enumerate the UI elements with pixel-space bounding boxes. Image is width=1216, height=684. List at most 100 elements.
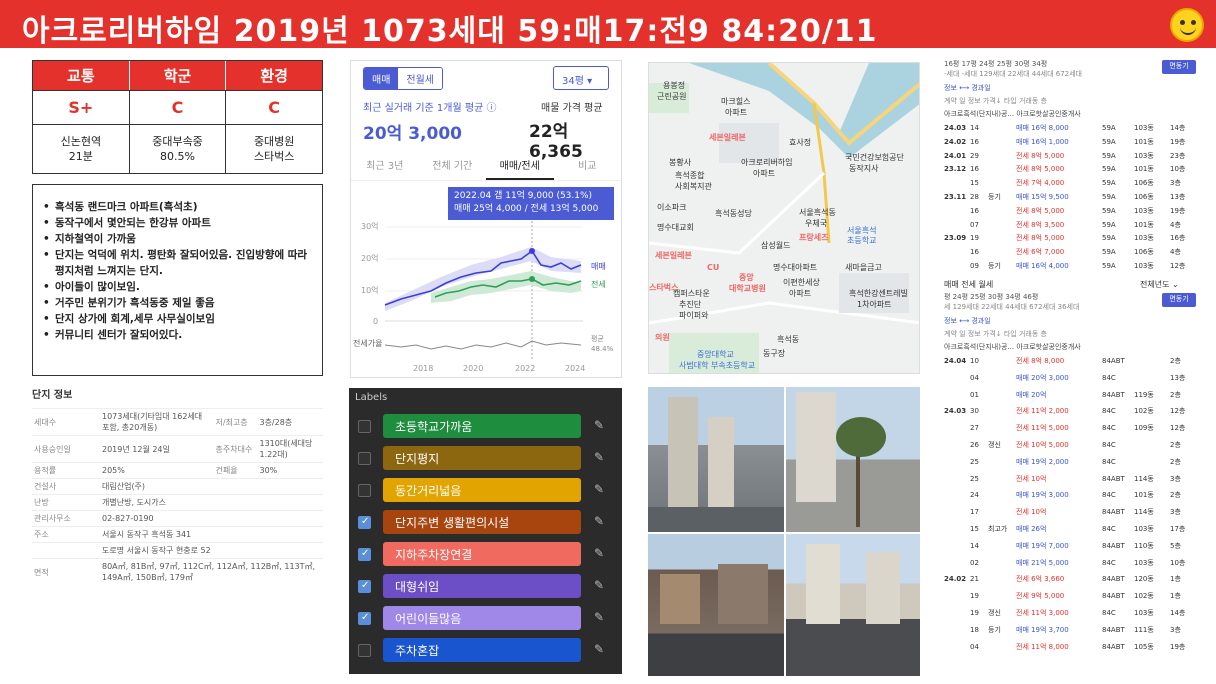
map-label[interactable]: 아크로리버하임 xyxy=(741,158,793,168)
transaction-row[interactable]: 24.04 10 전세 8억 8,000 84ABT 2층 xyxy=(944,355,1199,368)
transaction-row[interactable]: 23.11 28 등기 매매 15억 9,500 59A 106동 13층 xyxy=(944,191,1199,204)
map-label[interactable]: 새마을금고 xyxy=(845,263,882,273)
map-label[interactable]: 마크힐스 xyxy=(721,97,750,107)
map-label[interactable]: 이소파크 xyxy=(657,203,686,213)
map-label[interactable]: 흑석동 xyxy=(777,335,799,345)
edit-pencil-icon[interactable]: ✎ xyxy=(594,514,604,528)
map-label[interactable]: 추진단 xyxy=(679,300,701,310)
map-label[interactable]: 흑석종합 xyxy=(675,171,704,181)
tab-compare[interactable]: 비교 xyxy=(554,153,622,180)
map-label[interactable]: 프랑세즈 xyxy=(799,233,828,243)
map-label[interactable]: 의원 xyxy=(655,333,670,343)
area-map[interactable]: 용봉정 근린공원 마크힐스 아파트 세븐일레븐 효사정 국민건강보험공단 동작지사 봉황사 아크로… xyxy=(648,62,920,374)
transaction-row[interactable]: 24 매매 19억 3,000 84C 101동 2층 xyxy=(944,489,1199,502)
edit-pencil-icon[interactable]: ✎ xyxy=(594,578,604,592)
map-label[interactable]: 근린공원 xyxy=(657,92,686,102)
map-label[interactable]: 명수대아파트 xyxy=(773,263,817,273)
map-label[interactable]: 1차아파트 xyxy=(857,300,892,310)
transaction-row[interactable]: 27 전세 11억 5,000 84C 109동 12층 xyxy=(944,422,1199,435)
transaction-row[interactable]: 24.03 30 전세 11억 2,000 84C 102동 12층 xyxy=(944,405,1199,418)
label-chip[interactable]: 동간거리넓음 xyxy=(383,478,581,502)
transaction-row[interactable]: 25 매매 19억 2,000 84C 2층 xyxy=(944,456,1199,469)
map-label[interactable]: 우체국 xyxy=(805,219,827,229)
transaction-row[interactable]: 15 최고가 매매 26억 84C 103동 17층 xyxy=(944,523,1199,536)
edit-pencil-icon[interactable]: ✎ xyxy=(594,418,604,432)
transaction-row[interactable]: 19 전세 9억 5,000 84ABT 102동 1층 xyxy=(944,590,1199,603)
map-label[interactable]: 서울흑석 xyxy=(847,226,876,236)
trade-type-toggle[interactable]: 매매 전월세 xyxy=(363,67,444,90)
transaction-row[interactable]: 23.12 16 전세 8억 5,000 59A 101동 10층 xyxy=(944,163,1199,176)
map-label[interactable]: 서울흑석동 xyxy=(799,208,836,218)
edit-pencil-icon[interactable]: ✎ xyxy=(594,642,604,656)
transaction-row[interactable]: 17 전세 10억 84ABT 114동 3층 xyxy=(944,506,1199,519)
map-label[interactable]: 사회복지관 xyxy=(675,182,712,192)
edit-pencil-icon[interactable]: ✎ xyxy=(594,610,604,624)
label-checkbox[interactable] xyxy=(358,452,371,465)
transaction-row[interactable]: 09 등기 매매 16억 4,000 59A 103동 12층 xyxy=(944,260,1199,273)
transaction-row[interactable]: 24.01 29 전세 8억 5,000 59A 103동 23층 xyxy=(944,150,1199,163)
map-label[interactable]: 아파트 xyxy=(725,108,747,118)
transaction-row[interactable]: 26 갱신 전세 10억 5,000 84C 2층 xyxy=(944,439,1199,452)
label-checkbox[interactable] xyxy=(358,644,371,657)
map-label[interactable]: CU xyxy=(707,263,719,273)
label-checkbox[interactable] xyxy=(358,612,371,625)
tab-sale[interactable]: 매매 xyxy=(364,68,399,89)
edit-pencil-icon[interactable]: ✎ xyxy=(594,482,604,496)
map-label[interactable]: 효사정 xyxy=(789,138,811,148)
map-label[interactable]: 사범대학 부속초등학교 xyxy=(679,361,755,371)
label-chip[interactable]: 초등학교가까움 xyxy=(383,414,581,438)
map-label[interactable]: 아파트 xyxy=(789,289,811,299)
transaction-row[interactable]: 18 등기 매매 19억 3,700 84ABT 111동 3층 xyxy=(944,624,1199,637)
transaction-row[interactable]: 02 매매 21억 5,000 84C 103동 10층 xyxy=(944,557,1199,570)
tab-sale-jeonse[interactable]: 매매/전세 xyxy=(486,153,554,180)
map-label[interactable]: 아파트 xyxy=(753,169,775,179)
info-filter[interactable]: 정보 ⟷ 경과일 xyxy=(944,82,1199,95)
map-label[interactable]: 삼성월드 xyxy=(761,241,790,251)
tab-3years[interactable]: 최근 3년 xyxy=(351,153,419,180)
map-label[interactable]: 봉황사 xyxy=(669,158,691,168)
label-chip[interactable]: 대형쉬임 xyxy=(383,574,581,598)
label-checkbox[interactable] xyxy=(358,580,371,593)
label-chip[interactable]: 주차혼잡 xyxy=(383,638,581,662)
transaction-row[interactable]: 01 매매 20억 84ABT 119동 2층 xyxy=(944,389,1199,402)
transaction-row[interactable]: 14 매매 19억 7,000 84ABT 110동 5층 xyxy=(944,540,1199,553)
transaction-row[interactable]: 23.09 19 전세 8억 5,000 59A 103동 16층 xyxy=(944,232,1199,245)
map-label[interactable]: 파이퍼와 xyxy=(679,311,708,321)
transaction-row[interactable]: 07 전세 8억 3,500 59A 101동 4층 xyxy=(944,219,1199,232)
tab-all[interactable]: 전체 기간 xyxy=(419,153,487,180)
transaction-row[interactable]: 16 전세 6억 7,000 59A 106동 4층 xyxy=(944,246,1199,259)
tab-rent[interactable]: 전월세 xyxy=(398,68,443,89)
info-filter[interactable]: 정보 ⟷ 경과일 xyxy=(944,315,1199,328)
pyeong-select[interactable]: 34평 ▾ xyxy=(553,66,609,90)
map-label[interactable]: 세븐일레븐 xyxy=(655,251,692,261)
map-label[interactable]: 흑석동성당 xyxy=(715,209,752,219)
label-chip[interactable]: 단지평지 xyxy=(383,446,581,470)
map-label[interactable]: 중앙 xyxy=(739,273,754,283)
map-label[interactable]: 명수대교회 xyxy=(657,223,694,233)
map-label[interactable]: 초등학교 xyxy=(847,236,876,246)
label-checkbox[interactable] xyxy=(358,516,371,529)
map-label[interactable]: 이편한세상 xyxy=(783,278,820,288)
label-checkbox[interactable] xyxy=(358,548,371,561)
label-checkbox[interactable] xyxy=(358,484,371,497)
map-label[interactable]: 캠퍼스타운 xyxy=(673,289,710,299)
label-chip[interactable]: 지하주차장연결 xyxy=(383,542,581,566)
map-label[interactable]: 세븐일레븐 xyxy=(709,133,746,143)
map-label[interactable]: 국민건강보험공단 xyxy=(845,153,904,163)
map-label[interactable]: 대학교병원 xyxy=(729,284,766,294)
transaction-row[interactable]: 19 갱신 전세 11억 3,000 84C 103동 14층 xyxy=(944,607,1199,620)
transaction-row[interactable]: 25 전세 10억 84ABT 114동 3층 xyxy=(944,473,1199,486)
map-label[interactable]: 동작지사 xyxy=(849,164,878,174)
map-label[interactable]: 중앙대학교 xyxy=(697,350,734,360)
edit-pencil-icon[interactable]: ✎ xyxy=(594,546,604,560)
edit-pencil-icon[interactable]: ✎ xyxy=(594,450,604,464)
transaction-row[interactable]: 24.02 21 전세 6억 3,660 84ABT 120동 1층 xyxy=(944,573,1199,586)
label-chip[interactable]: 어린이들많음 xyxy=(383,606,581,630)
transaction-row[interactable]: 15 전세 7억 4,000 59A 106동 3층 xyxy=(944,177,1199,190)
map-label[interactable]: 용봉정 xyxy=(663,81,685,91)
transaction-row[interactable]: 24.03 14 매매 16억 8,000 59A 103동 14층 xyxy=(944,122,1199,135)
label-checkbox[interactable] xyxy=(358,420,371,433)
year-filter[interactable]: 전체년도 ⌄ xyxy=(1140,278,1200,291)
map-label[interactable]: 동구장 xyxy=(763,349,785,359)
transaction-row[interactable]: 04 매매 20억 3,000 84C 13층 xyxy=(944,372,1199,385)
